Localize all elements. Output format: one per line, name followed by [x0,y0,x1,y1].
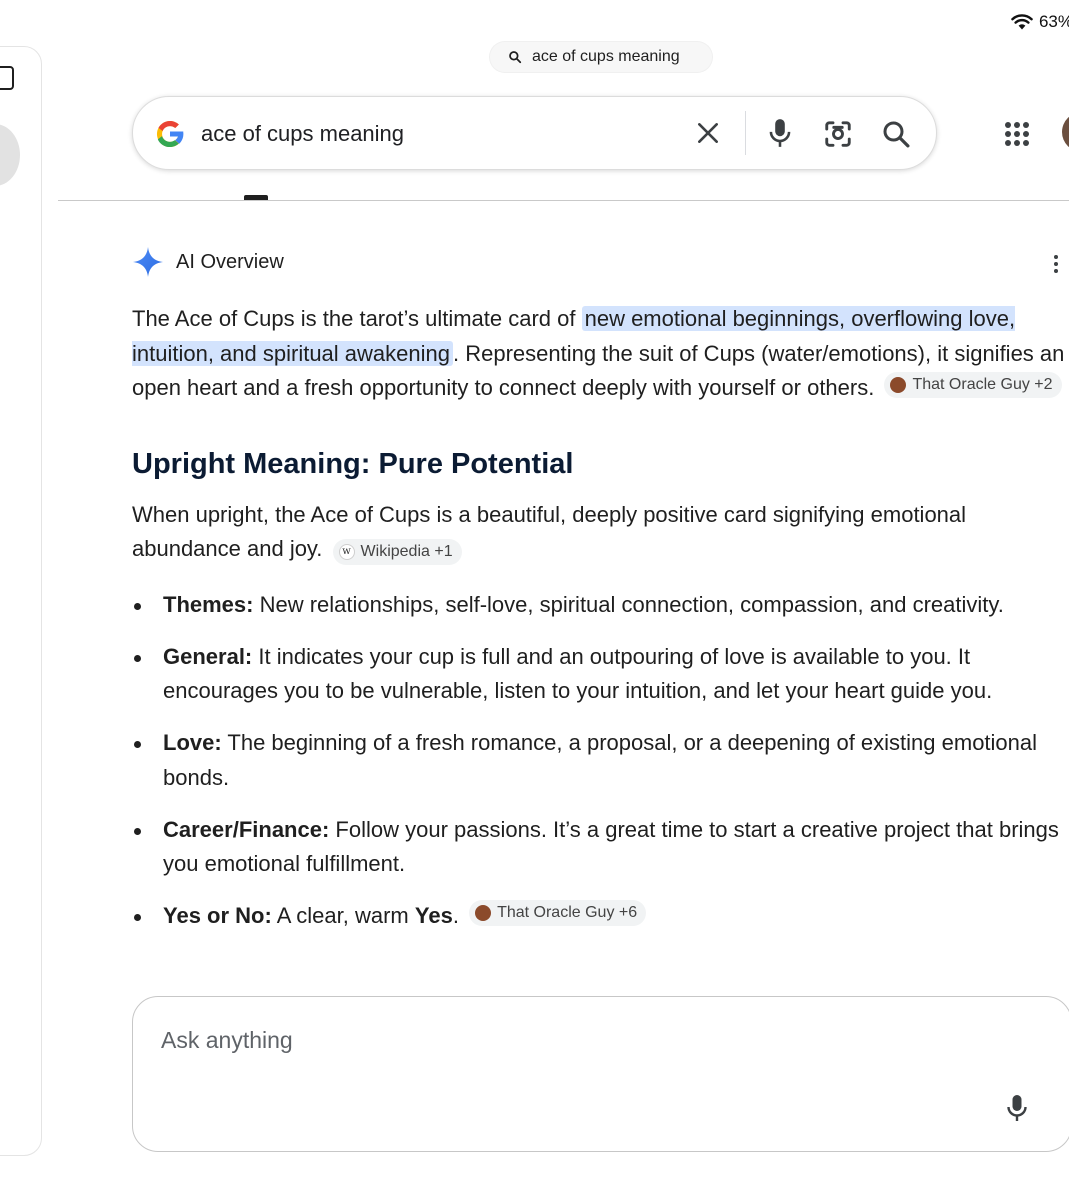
list-item: Love: The beginning of a fresh romance, … [132,726,1069,795]
status-bar: 63% [1011,12,1069,32]
list-item: Career/Finance: Follow your passions. It… [132,813,1069,882]
url-pill[interactable]: ace of cups meaning [490,42,712,72]
google-logo-icon [156,120,184,148]
microphone-icon[interactable] [1005,1093,1029,1123]
tabs-icon[interactable] [0,66,14,90]
wikipedia-favicon-icon: w [338,544,355,560]
list-item-label: Themes: [163,591,254,617]
upright-text: When upright, the Ace of Cups is a beaut… [132,501,967,562]
source-favicon-icon [890,377,907,393]
search-divider [745,111,746,155]
list-item: General: It indicates your cup is full a… [132,640,1069,709]
ask-anything-input[interactable]: Ask anything [132,996,1069,1152]
more-options-icon[interactable] [1050,254,1062,274]
list-item-text: A clear, warm [271,903,415,928]
source-chip-wikipedia[interactable]: w Wikipedia +1 [332,539,462,565]
intro-paragraph: The Ace of Cups is the tarot’s ultimate … [132,302,1069,406]
list-item-label: Love: [163,730,222,755]
clear-icon[interactable] [695,120,721,146]
list-item: Yes or No: A clear, warm Yes. That Oracl… [132,899,1069,934]
source-favicon-icon [475,905,492,921]
yes-answer-period: . [452,903,459,928]
list-item-text: The beginning of a fresh romance, a prop… [163,730,1038,790]
google-lens-icon[interactable] [823,119,853,149]
ai-overview-content: The Ace of Cups is the tarot’s ultimate … [132,302,1069,951]
source-chip-label: That Oracle Guy +2 [912,376,1053,393]
side-panel [0,46,42,1156]
yes-answer: Yes [414,903,453,928]
search-submit-icon[interactable] [881,119,911,149]
url-pill-text: ace of cups meaning [532,48,680,65]
gemini-sparkle-icon [133,247,163,277]
microphone-icon[interactable] [767,117,793,149]
ask-placeholder: Ask anything [161,1027,293,1053]
intro-text: The Ace of Cups is the tarot’s ultimate … [132,306,582,331]
search-icon [509,51,522,64]
battery-percent: 63% [1038,12,1069,31]
search-query[interactable]: ace of cups meaning [201,121,404,147]
list-item-text: New relationships, self-love, spiritual … [253,591,1004,617]
account-avatar[interactable] [1062,112,1069,152]
list-item-label: General: [163,643,253,669]
ai-overview-label: AI Overview [176,250,284,273]
apps-grid-icon[interactable] [1004,121,1030,147]
list-item-label: Yes or No: [163,903,272,928]
source-chip[interactable]: That Oracle Guy +6 [469,900,647,926]
upright-paragraph: When upright, the Ace of Cups is a beaut… [132,498,1069,567]
source-chip-label: Wikipedia +1 [360,543,453,560]
list-item: Themes: New relationships, self-love, sp… [132,588,1069,623]
list-item-label: Career/Finance: [163,816,330,842]
ai-overview-header: AI Overview [132,246,284,278]
search-bar[interactable]: ace of cups meaning [132,96,937,170]
source-chip[interactable]: That Oracle Guy +2 [884,372,1062,398]
wifi-icon [1011,14,1033,30]
header-divider [58,200,1069,201]
section-title: Upright Meaning: Pure Potential [132,447,574,480]
source-chip-label: That Oracle Guy +6 [497,904,638,921]
list-item-text: It indicates your cup is full and an out… [163,643,993,704]
meaning-list: Themes: New relationships, self-love, sp… [132,588,1069,934]
